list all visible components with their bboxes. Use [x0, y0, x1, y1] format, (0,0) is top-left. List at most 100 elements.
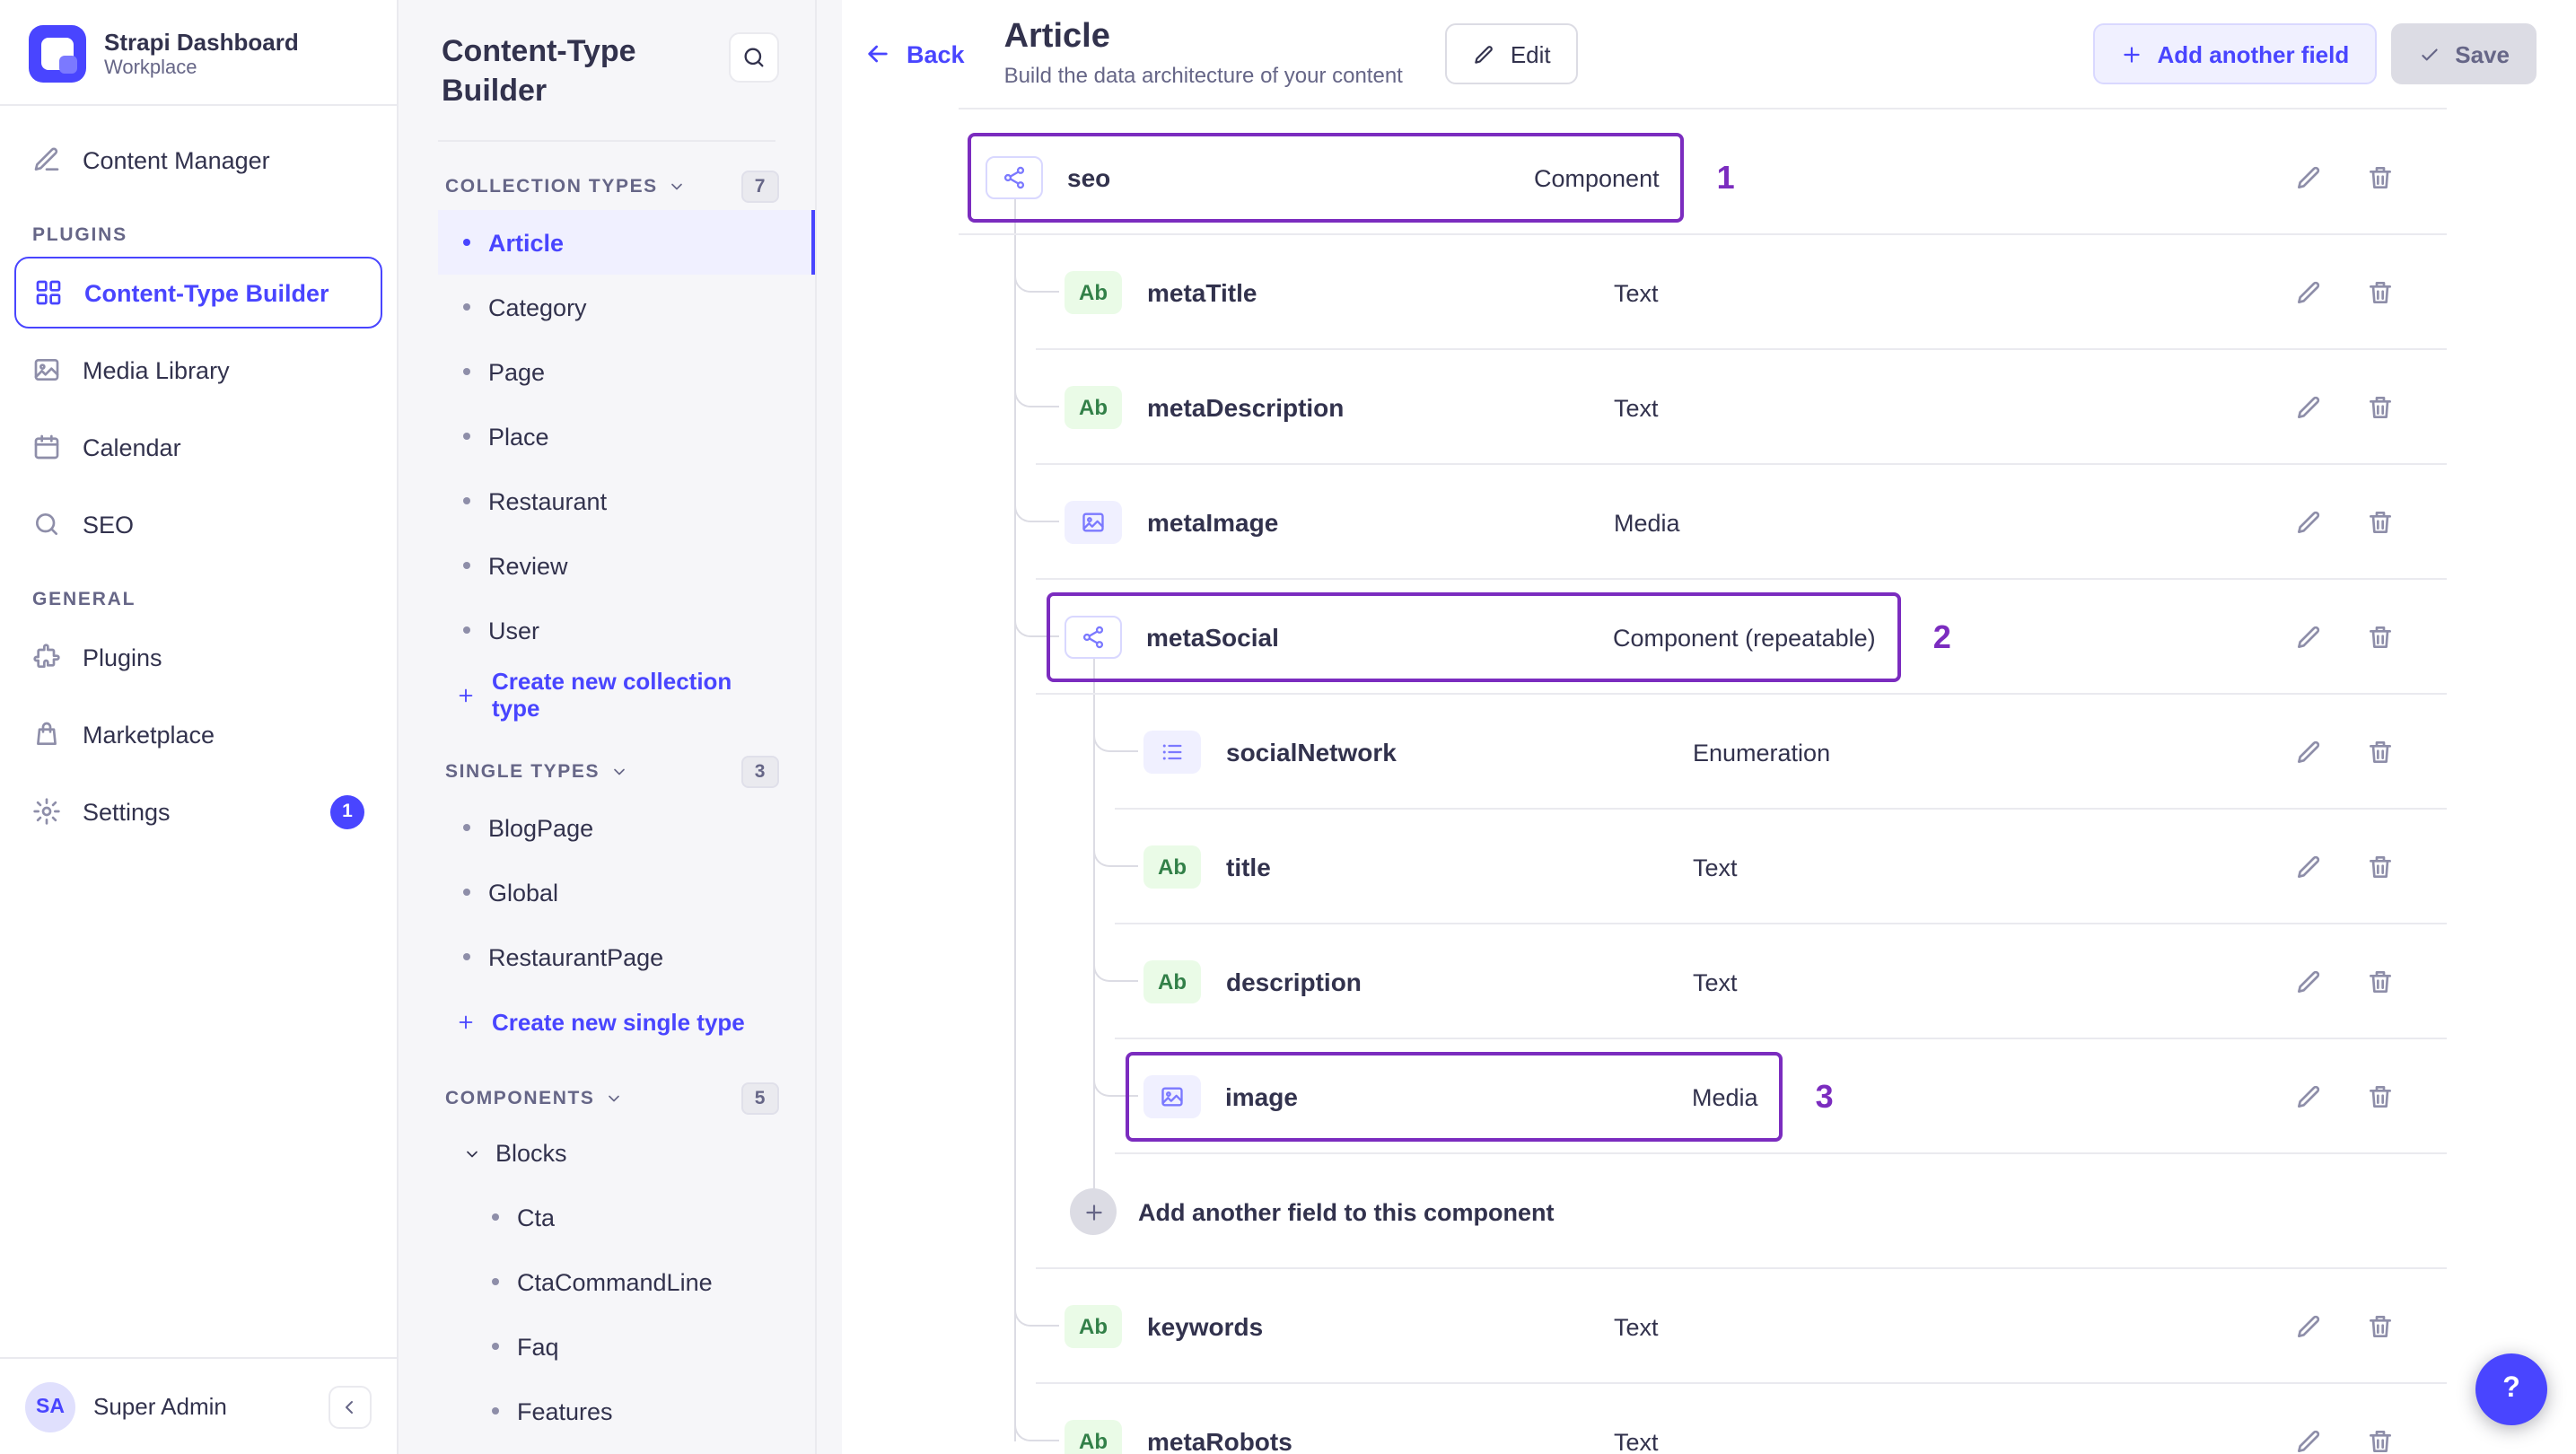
- sidebar-item-content-type-builder[interactable]: Content-Type Builder: [14, 257, 382, 328]
- field-row-socialnetwork: socialNetwork Enumeration: [959, 695, 2447, 810]
- text-field-icon: Ab: [1065, 1305, 1122, 1348]
- group-header-components[interactable]: COMPONENTS 5: [445, 1082, 779, 1116]
- subnav-item-global[interactable]: Global: [399, 860, 815, 924]
- edit-field-button[interactable]: [2292, 736, 2325, 768]
- sidebar-item-plugins[interactable]: Plugins: [14, 621, 382, 693]
- subnav-item-user[interactable]: User: [399, 598, 815, 662]
- trash-icon: [2366, 1082, 2395, 1111]
- sidebar-item-label: Calendar: [83, 434, 181, 460]
- share-icon: [1080, 625, 1105, 650]
- trash-icon: [2366, 508, 2395, 537]
- user-name: Super Admin: [93, 1393, 227, 1420]
- edit-field-button[interactable]: [2292, 1081, 2325, 1113]
- bullet-icon: [492, 1407, 499, 1415]
- trash-icon: [2366, 623, 2395, 652]
- main-content: Back Article Build the data architecture…: [817, 0, 2576, 1454]
- panel-title: Content-Type Builder: [442, 34, 636, 109]
- action-create-new-collection-type[interactable]: Create new collection type: [399, 662, 815, 727]
- chevron-left-icon: [339, 1396, 361, 1417]
- bullet-icon: [492, 1343, 499, 1351]
- pencil-icon: [2294, 508, 2323, 537]
- delete-field-button[interactable]: [2364, 1310, 2396, 1343]
- field-type: Component: [1534, 164, 1660, 191]
- edit-field-button[interactable]: [2292, 1425, 2325, 1454]
- notification-badge: 1: [330, 794, 364, 828]
- sidebar-item-seo[interactable]: SEO: [14, 488, 382, 560]
- group-count-badge: 7: [741, 171, 779, 204]
- subnav-item-page[interactable]: Page: [399, 339, 815, 404]
- delete-field-button[interactable]: [2364, 851, 2396, 883]
- help-button[interactable]: ?: [2475, 1353, 2547, 1425]
- subnav-item-restaurantpage[interactable]: RestaurantPage: [399, 924, 815, 989]
- delete-field-button[interactable]: [2364, 162, 2396, 194]
- delete-field-button[interactable]: [2364, 391, 2396, 424]
- text-field-icon: Ab: [1065, 271, 1122, 314]
- subnav-item-cta[interactable]: Cta: [399, 1185, 815, 1249]
- field-row-metaimage: metaImage Media: [959, 465, 2447, 580]
- delete-field-button[interactable]: [2364, 506, 2396, 539]
- field-name: title: [1226, 853, 1271, 881]
- edit-field-button[interactable]: [2292, 506, 2325, 539]
- delete-field-button[interactable]: [2364, 1081, 2396, 1113]
- subnav-item-restaurant[interactable]: Restaurant: [399, 469, 815, 533]
- sidebar-item-settings[interactable]: Settings 1: [14, 775, 382, 847]
- edit-field-button[interactable]: [2292, 621, 2325, 653]
- add-field-label: Add another field to this component: [1138, 1198, 1555, 1225]
- edit-field-button[interactable]: [2292, 276, 2325, 309]
- search-button[interactable]: [729, 32, 779, 83]
- delete-field-button[interactable]: [2364, 966, 2396, 998]
- section-label-general: GENERAL: [32, 589, 136, 610]
- trash-icon: [2366, 968, 2395, 996]
- sidebar-item-media-library[interactable]: Media Library: [14, 334, 382, 406]
- group-header-single-types[interactable]: SINGLE TYPES 3: [445, 756, 779, 789]
- brand-title: Strapi Dashboard: [104, 29, 299, 56]
- sidebar-item-label: Content-Type Builder: [84, 279, 329, 306]
- delete-field-button[interactable]: [2364, 621, 2396, 653]
- subnav-item-features[interactable]: Features: [399, 1379, 815, 1443]
- action-create-new-single-type[interactable]: Create new single type: [399, 989, 815, 1054]
- edit-field-button[interactable]: [2292, 851, 2325, 883]
- trash-icon: [2366, 738, 2395, 766]
- subnav-item-category[interactable]: Category: [399, 275, 815, 339]
- field-row-main: metaImage Media: [1065, 501, 1680, 544]
- pencil-icon: [1473, 42, 1496, 66]
- edit-field-button[interactable]: [2292, 162, 2325, 194]
- save-button[interactable]: Save: [2390, 23, 2537, 84]
- page-header: Back Article Build the data architecture…: [842, 0, 2576, 108]
- delete-field-button[interactable]: [2364, 1425, 2396, 1454]
- edit-button[interactable]: Edit: [1445, 23, 1578, 84]
- subnav-item-ctacommandline[interactable]: CtaCommandLine: [399, 1249, 815, 1314]
- annotation-number: 1: [1716, 159, 1735, 195]
- field-name: metaImage: [1147, 508, 1279, 537]
- bullet-icon: [463, 562, 470, 570]
- field-row-seo: seo Component 1: [959, 120, 2447, 235]
- subnav-item-place[interactable]: Place: [399, 404, 815, 469]
- edit-field-button[interactable]: [2292, 1310, 2325, 1343]
- pencil-icon: [2294, 853, 2323, 881]
- subnav-item-blogpage[interactable]: BlogPage: [399, 795, 815, 860]
- text-field-icon: Ab: [1143, 960, 1201, 1003]
- delete-field-button[interactable]: [2364, 276, 2396, 309]
- sidebar-item-calendar[interactable]: Calendar: [14, 411, 382, 483]
- subnav-item-faq[interactable]: Faq: [399, 1314, 815, 1379]
- component-field-icon: [985, 156, 1042, 199]
- collapse-sidebar-button[interactable]: [329, 1385, 372, 1428]
- plus-icon: [1082, 1200, 1105, 1223]
- subnav-item-article[interactable]: Article: [438, 210, 815, 276]
- edit-field-button[interactable]: [2292, 966, 2325, 998]
- field-row-main: metaSocial Component (repeatable): [1046, 592, 1901, 682]
- component-category-blocks[interactable]: Blocks: [399, 1122, 815, 1185]
- add-another-field-button[interactable]: Add another field: [2092, 23, 2377, 84]
- add-field-to-component-row[interactable]: Add another field to this component: [959, 1154, 2447, 1269]
- chevron-down-icon: [606, 1090, 624, 1108]
- bullet-icon: [463, 368, 470, 376]
- plus-icon[interactable]: [1070, 1188, 1117, 1235]
- field-name: keywords: [1147, 1312, 1264, 1341]
- back-link[interactable]: Back: [863, 39, 965, 68]
- sidebar-item-content-manager[interactable]: Content Manager: [14, 124, 382, 196]
- delete-field-button[interactable]: [2364, 736, 2396, 768]
- subnav-item-review[interactable]: Review: [399, 533, 815, 598]
- edit-field-button[interactable]: [2292, 391, 2325, 424]
- group-header-collection-types[interactable]: COLLECTION TYPES 7: [445, 171, 779, 204]
- sidebar-item-marketplace[interactable]: Marketplace: [14, 698, 382, 770]
